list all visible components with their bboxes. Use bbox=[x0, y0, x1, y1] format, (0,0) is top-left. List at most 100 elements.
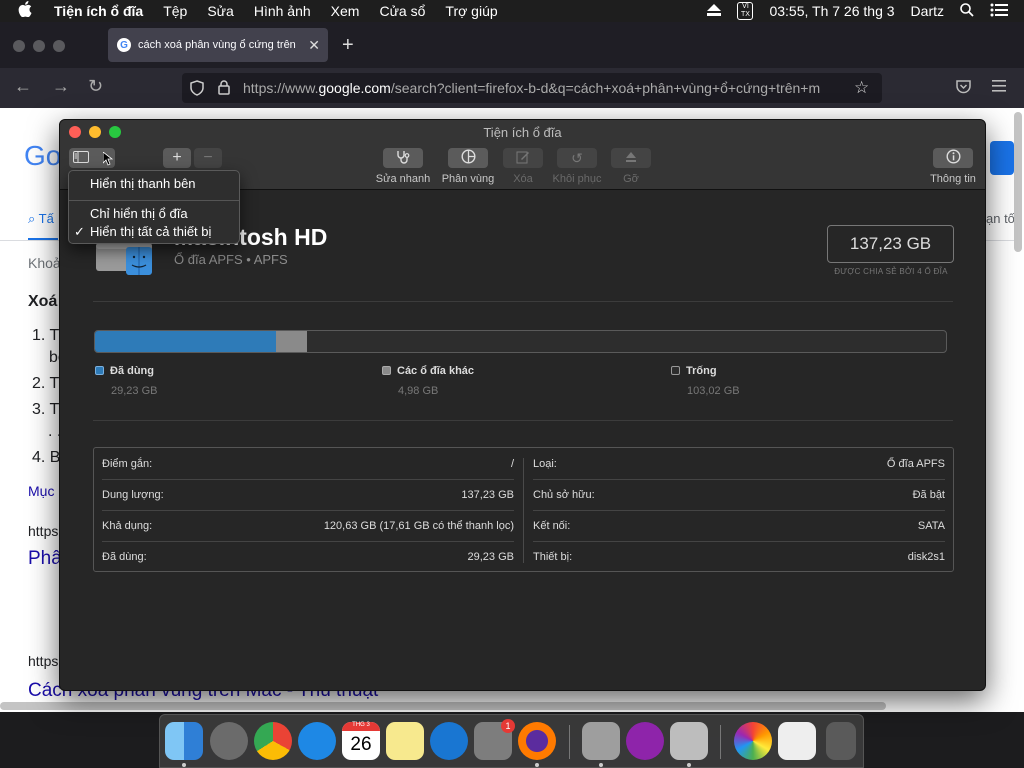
checkmark-icon: ✓ bbox=[74, 224, 85, 239]
snippet-heading: Xoá bbox=[28, 293, 58, 310]
divider bbox=[93, 420, 953, 421]
window-zoom-button[interactable] bbox=[53, 40, 65, 52]
browser-tab-bar: G cách xoá phân vùng ổ cứng trên ✕ + bbox=[0, 22, 1024, 68]
clock[interactable]: 03:55, Th 7 26 thg 3 bbox=[769, 3, 894, 19]
used-segment bbox=[95, 331, 277, 352]
back-arrow-icon[interactable]: ← bbox=[14, 76, 32, 97]
running-indicator bbox=[687, 763, 691, 767]
first-aid-label: Sửa nhanh bbox=[375, 173, 431, 185]
browser-tab[interactable]: G cách xoá phân vùng ổ cứng trên ✕ bbox=[108, 28, 328, 62]
info-key: Thiết bị: bbox=[533, 550, 573, 563]
divider bbox=[93, 301, 953, 302]
info-key: Chủ sở hữu: bbox=[533, 488, 595, 501]
eject-icon bbox=[625, 151, 637, 166]
erase-button[interactable] bbox=[503, 148, 543, 168]
search-tools-fragment[interactable]: ạn tố bbox=[986, 211, 1015, 226]
spotlight-search-icon[interactable] bbox=[960, 2, 974, 20]
remove-volume-button[interactable]: − bbox=[194, 148, 222, 168]
menu-app-name[interactable]: Tiện ích ổ đĩa bbox=[54, 3, 143, 19]
menu-file[interactable]: Tệp bbox=[163, 3, 187, 19]
menu-help[interactable]: Trợ giúp bbox=[445, 3, 497, 19]
tab-title: cách xoá phân vùng ổ cứng trên bbox=[138, 39, 296, 51]
menu-item-show-volumes-only[interactable]: Chỉ hiển thị ổ đĩa bbox=[90, 206, 188, 221]
partition-button[interactable] bbox=[448, 148, 488, 168]
info-icon bbox=[945, 149, 961, 167]
window-close-button[interactable] bbox=[13, 40, 25, 52]
reload-icon[interactable]: ↻ bbox=[88, 76, 103, 97]
eject-icon[interactable] bbox=[707, 3, 722, 19]
info-key: Loại: bbox=[533, 457, 557, 470]
menu-window[interactable]: Cửa sổ bbox=[379, 3, 425, 19]
legend-free: Trống 103,02 GB bbox=[671, 363, 740, 397]
volume-subtitle: Ổ đĩa APFS • APFS bbox=[174, 252, 288, 267]
info-key: Đã dùng: bbox=[102, 550, 147, 563]
horizontal-scrollbar[interactable] bbox=[0, 702, 886, 710]
menu-image[interactable]: Hình ảnh bbox=[254, 3, 311, 19]
menu-item-show-sidebar[interactable]: Hiển thị thanh bên bbox=[90, 176, 196, 191]
disk-utility-dock-icon[interactable] bbox=[582, 722, 620, 760]
finder-icon[interactable] bbox=[165, 722, 203, 760]
window-minimize-button[interactable] bbox=[33, 40, 45, 52]
volume-size: 137,23 GB bbox=[827, 225, 954, 263]
lock-icon[interactable] bbox=[218, 80, 230, 98]
chrome-icon[interactable] bbox=[254, 722, 292, 760]
vertical-scrollbar[interactable] bbox=[1014, 112, 1022, 252]
input-source-badge[interactable]: VI TX bbox=[737, 2, 754, 20]
system-information-icon[interactable] bbox=[670, 722, 708, 760]
unmount-button[interactable] bbox=[611, 148, 651, 168]
forward-arrow-icon[interactable]: → bbox=[52, 76, 70, 97]
safari-icon[interactable] bbox=[298, 722, 336, 760]
notes-icon[interactable] bbox=[386, 722, 424, 760]
control-center-icon[interactable] bbox=[990, 3, 1008, 20]
pie-chart-icon bbox=[460, 149, 476, 167]
dock-divider bbox=[720, 725, 721, 759]
add-volume-button[interactable]: + bbox=[163, 148, 191, 168]
result-title-link[interactable]: Phâ bbox=[28, 548, 62, 570]
dock: THG 3 26 1 bbox=[159, 714, 864, 768]
info-value: / bbox=[510, 457, 514, 470]
menu-item-show-all-devices[interactable]: Hiển thị tất cả thiết bị bbox=[90, 224, 211, 239]
sign-in-button[interactable] bbox=[990, 141, 1014, 175]
app-menu-hamburger-icon[interactable] bbox=[992, 80, 1006, 95]
document-icon[interactable] bbox=[778, 722, 816, 760]
menu-edit[interactable]: Sửa bbox=[207, 3, 234, 19]
legend-value: 29,23 GB bbox=[111, 385, 158, 397]
running-indicator bbox=[182, 763, 186, 767]
restore-button[interactable]: ↺ bbox=[557, 148, 597, 168]
shield-icon[interactable] bbox=[190, 80, 204, 99]
tab-close-icon[interactable]: ✕ bbox=[308, 37, 320, 54]
menu-view[interactable]: Xem bbox=[331, 3, 360, 19]
launchpad-icon[interactable] bbox=[210, 722, 248, 760]
google-logo[interactable]: Go bbox=[24, 140, 61, 172]
browser-nav-bar: ← → ↻ https://www.google.com/search?clie… bbox=[0, 68, 1024, 108]
url-bar[interactable]: https://www.google.com/search?client=fir… bbox=[182, 73, 882, 103]
notification-badge: 1 bbox=[501, 719, 515, 733]
info-button[interactable] bbox=[933, 148, 973, 168]
installer-icon[interactable] bbox=[626, 722, 664, 760]
plus-icon: + bbox=[172, 149, 182, 166]
pocket-icon[interactable] bbox=[956, 80, 971, 97]
url-text[interactable]: https://www.google.com/search?client=fir… bbox=[243, 80, 848, 96]
erase-label: Xóa bbox=[513, 173, 533, 185]
calendar-day: 26 bbox=[350, 734, 372, 755]
legend-used: Đã dùng 29,23 GB bbox=[95, 363, 157, 397]
bookmark-star-icon[interactable]: ☆ bbox=[854, 78, 869, 98]
first-aid-button[interactable] bbox=[383, 148, 423, 168]
google-favicon-icon: G bbox=[117, 38, 131, 52]
trash-icon[interactable] bbox=[826, 722, 856, 760]
photos-icon[interactable] bbox=[734, 722, 772, 760]
apple-menu-icon[interactable] bbox=[18, 1, 38, 21]
firefox-icon[interactable] bbox=[518, 722, 556, 760]
mouse-cursor-icon bbox=[102, 151, 114, 169]
info-value: 29,23 GB bbox=[467, 550, 514, 563]
view-options-menu: Hiển thị thanh bên Chỉ hiển thị ổ đĩa ✓ … bbox=[68, 170, 240, 244]
calendar-month: THG 3 bbox=[342, 722, 380, 731]
calendar-icon[interactable]: THG 3 26 bbox=[342, 722, 380, 760]
user-name[interactable]: Dartz bbox=[911, 3, 944, 19]
new-tab-plus-icon[interactable]: + bbox=[342, 34, 354, 57]
sidebar-view-button[interactable] bbox=[69, 148, 115, 168]
app-store-icon[interactable] bbox=[430, 722, 468, 760]
storage-usage-bar bbox=[94, 330, 947, 353]
more-items-link[interactable]: Mục bbox=[28, 483, 54, 499]
search-tab-all[interactable]: ⌕ Tấ bbox=[28, 211, 54, 227]
